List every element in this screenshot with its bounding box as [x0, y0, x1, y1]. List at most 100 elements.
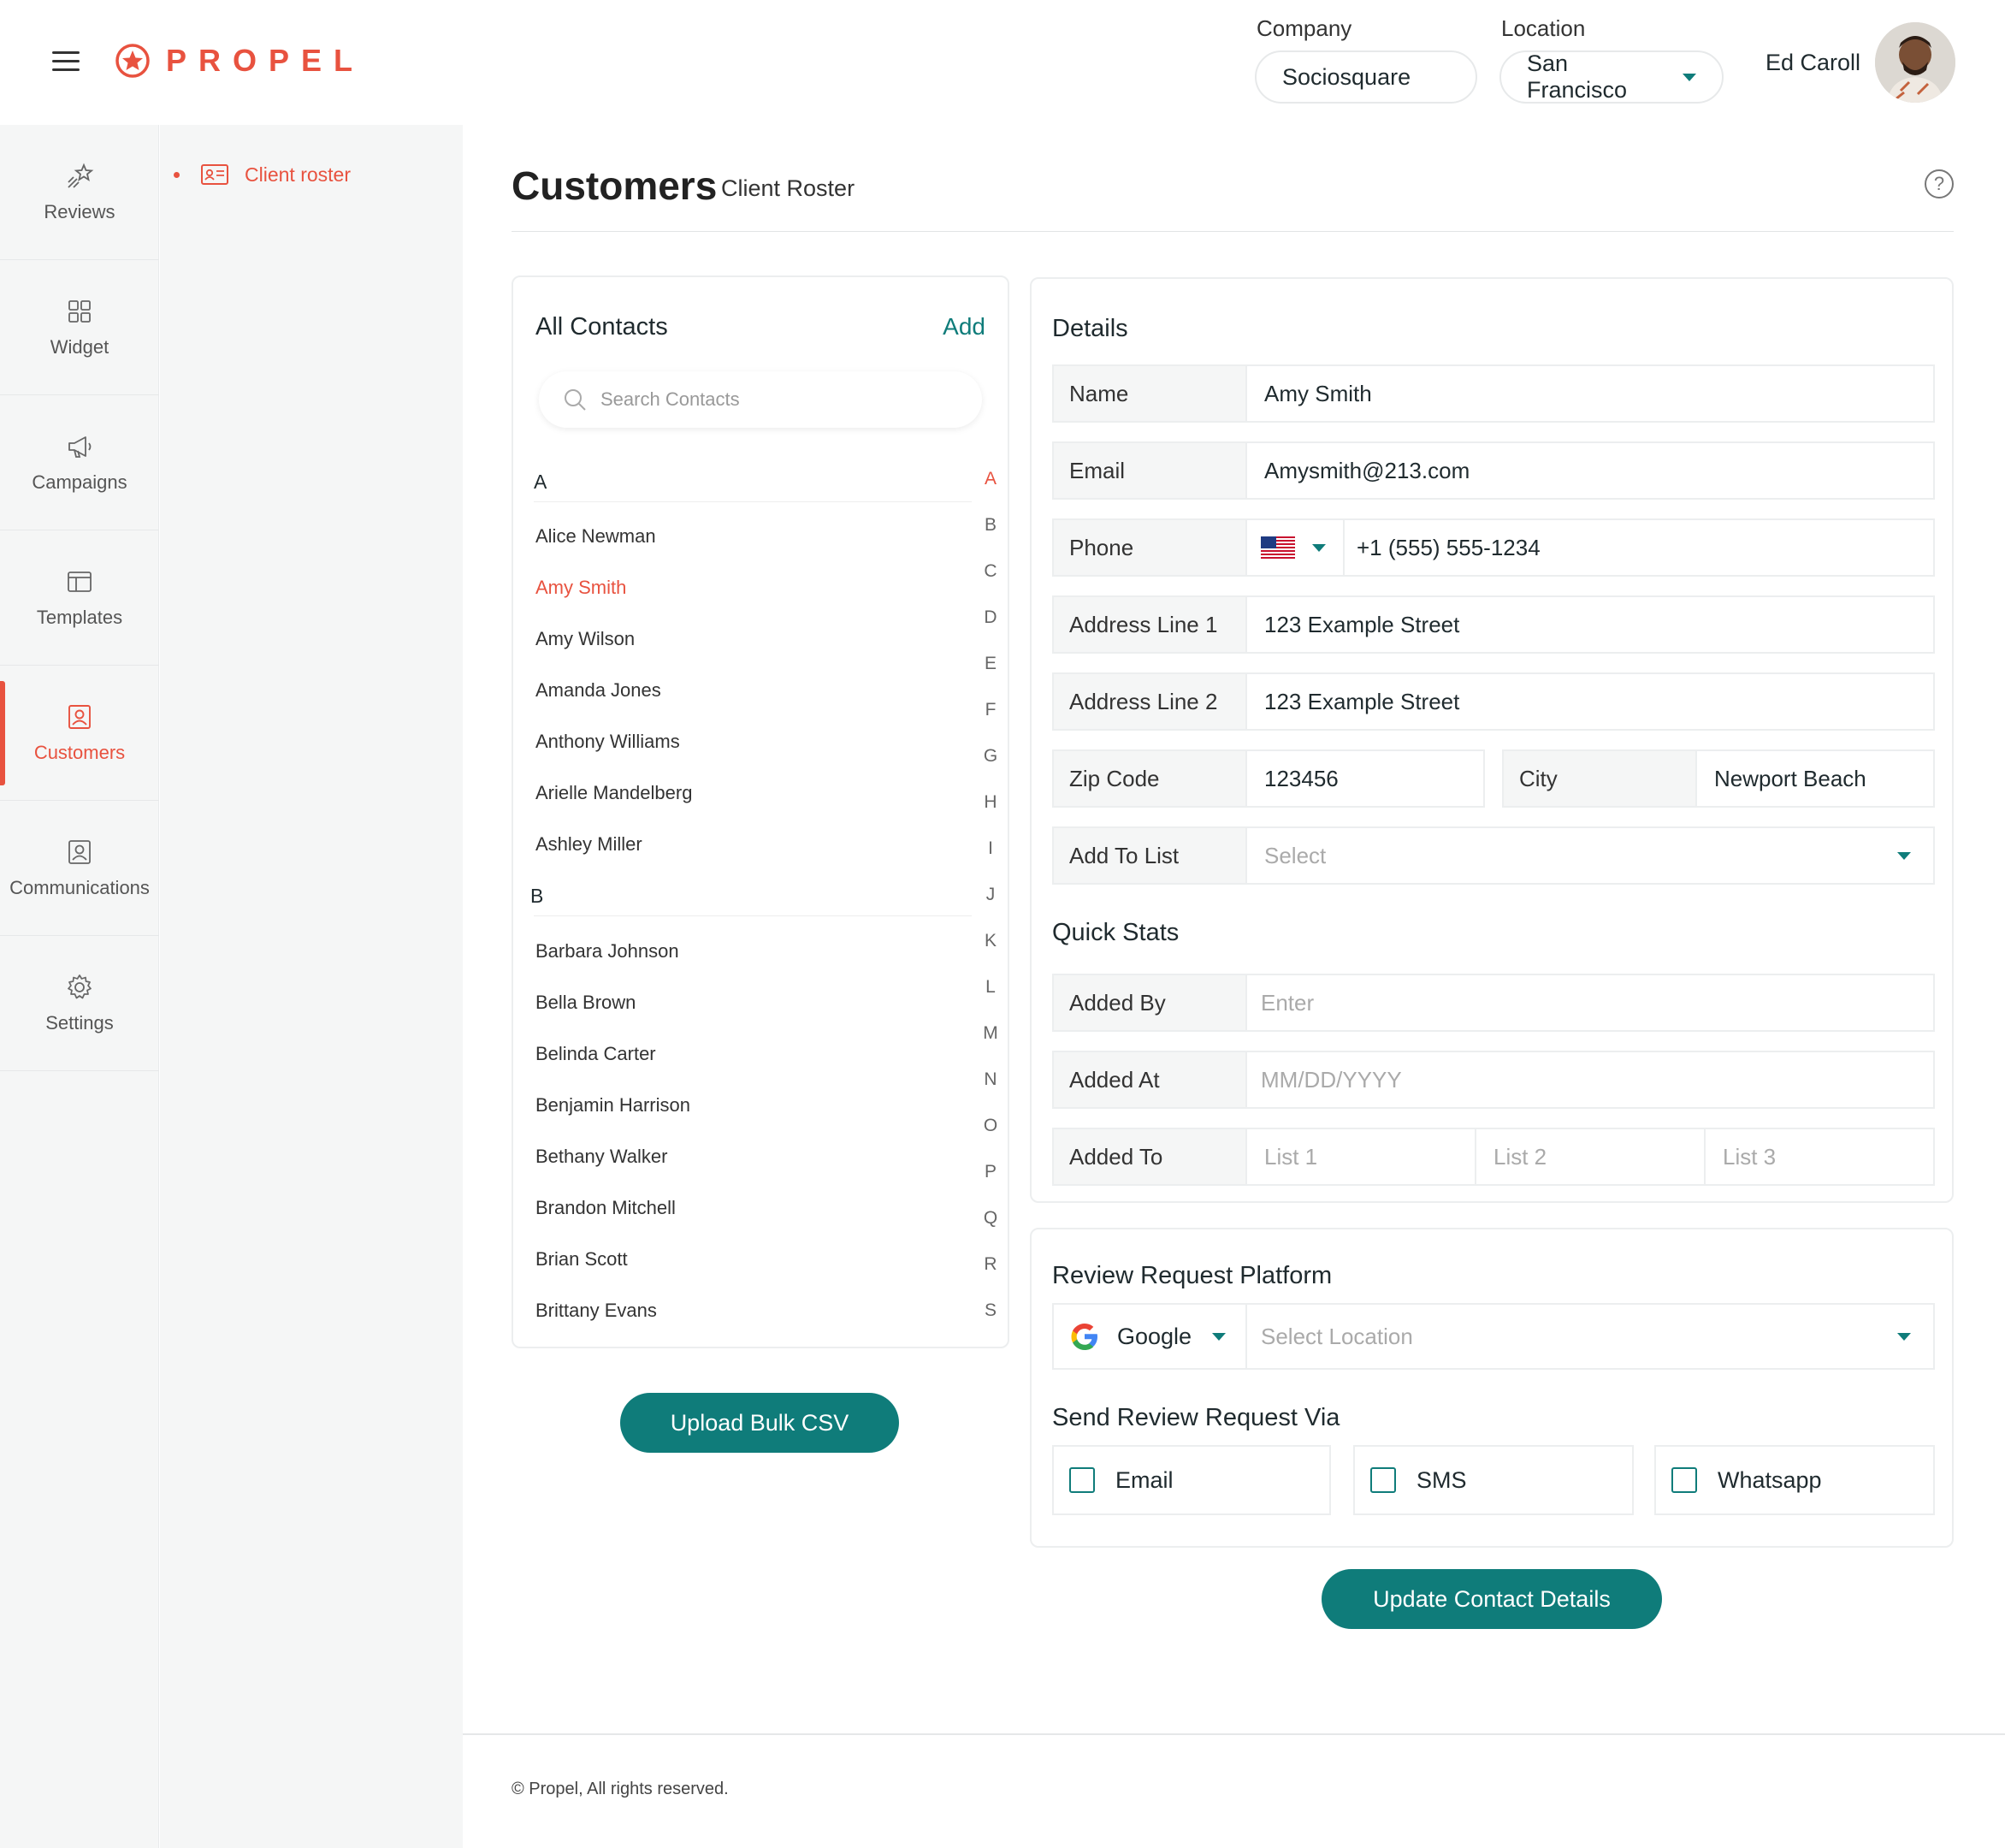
- added-by-label: Added By: [1054, 975, 1247, 1030]
- contact-item[interactable]: Benjamin Harrison: [535, 1094, 690, 1116]
- alpha-index-i[interactable]: I: [982, 838, 999, 859]
- contact-item[interactable]: Arielle Mandelberg: [535, 782, 692, 804]
- added-to-list-3[interactable]: List 3: [1706, 1129, 1933, 1184]
- subnav-item-client-roster[interactable]: Client roster: [174, 163, 351, 187]
- city-row: City Newport Beach: [1502, 749, 1935, 808]
- add-to-list-placeholder: Select: [1264, 842, 1327, 868]
- contact-item-selected[interactable]: Amy Smith: [535, 577, 626, 599]
- email-field[interactable]: Amysmith@213.com: [1247, 443, 1933, 498]
- location-value: San Francisco: [1527, 50, 1628, 103]
- alpha-index-j[interactable]: J: [982, 885, 999, 905]
- platform-select[interactable]: Google: [1054, 1305, 1247, 1368]
- alpha-index-h[interactable]: H: [982, 792, 999, 813]
- user-square-icon: [68, 704, 91, 729]
- contact-item[interactable]: Alice Newman: [535, 525, 656, 548]
- group-divider: [534, 915, 972, 916]
- added-to-list-2[interactable]: List 2: [1476, 1129, 1706, 1184]
- name-field[interactable]: Amy Smith: [1247, 366, 1933, 421]
- alpha-index-b[interactable]: B: [982, 515, 999, 536]
- review-request-card: Review Request Platform Google Select Lo…: [1030, 1228, 1954, 1548]
- title-divider: [512, 231, 1954, 232]
- send-via-email-checkbox[interactable]: Email: [1052, 1445, 1331, 1515]
- alpha-index-s[interactable]: S: [982, 1300, 999, 1321]
- address1-field[interactable]: 123 Example Street: [1247, 597, 1933, 652]
- send-via-sms-checkbox[interactable]: SMS: [1353, 1445, 1634, 1515]
- review-location-placeholder: Select Location: [1261, 1323, 1413, 1349]
- alpha-index-n[interactable]: N: [982, 1069, 999, 1090]
- chevron-down-icon: [1683, 73, 1696, 81]
- alpha-index-k[interactable]: K: [982, 931, 999, 951]
- zip-row: Zip Code 123456: [1052, 749, 1485, 808]
- city-field[interactable]: Newport Beach: [1697, 751, 1933, 806]
- brand-name: PROPEL: [166, 43, 365, 78]
- alpha-index-f[interactable]: F: [982, 700, 999, 720]
- search-input[interactable]: [600, 388, 960, 411]
- contact-item[interactable]: Bethany Walker: [535, 1146, 667, 1168]
- rail-item-settings[interactable]: Settings: [0, 936, 159, 1071]
- brand-logo[interactable]: PROPEL: [115, 43, 364, 79]
- zip-field[interactable]: 123456: [1247, 751, 1483, 806]
- contact-item[interactable]: Ashley Miller: [535, 833, 642, 856]
- us-flag-icon: [1261, 536, 1295, 559]
- chevron-down-icon: [1212, 1332, 1227, 1341]
- contact-item[interactable]: Anthony Williams: [535, 731, 680, 753]
- review-location-select[interactable]: Select Location: [1247, 1305, 1933, 1368]
- rail-item-templates[interactable]: Templates: [0, 530, 159, 666]
- id-card-icon: [201, 164, 228, 185]
- company-select[interactable]: Sociosquare: [1255, 50, 1477, 104]
- alpha-index-o[interactable]: O: [982, 1116, 999, 1136]
- alpha-index-q[interactable]: Q: [982, 1208, 999, 1229]
- help-icon[interactable]: ?: [1925, 169, 1954, 198]
- rail-item-communications[interactable]: Communications: [0, 801, 159, 936]
- menu-icon[interactable]: [52, 51, 80, 72]
- added-at-field[interactable]: MM/DD/YYYY: [1247, 1052, 1933, 1107]
- rail-item-campaigns[interactable]: Campaigns: [0, 395, 159, 530]
- alpha-index-d[interactable]: D: [982, 607, 999, 628]
- add-to-list-select[interactable]: Select: [1247, 828, 1933, 883]
- add-contact-button[interactable]: Add: [943, 313, 985, 341]
- phone-field[interactable]: +1 (555) 555-1234: [1345, 520, 1933, 575]
- alpha-index-c[interactable]: C: [982, 561, 999, 582]
- alpha-index-g[interactable]: G: [982, 746, 999, 767]
- send-via-whatsapp-checkbox[interactable]: Whatsapp: [1654, 1445, 1935, 1515]
- megaphone-icon: [68, 435, 92, 458]
- layout-icon: [68, 571, 92, 592]
- alpha-index-e[interactable]: E: [982, 654, 999, 674]
- contact-item[interactable]: Amanda Jones: [535, 679, 661, 702]
- contact-item[interactable]: Brian Scott: [535, 1248, 628, 1270]
- contact-item[interactable]: Brandon Mitchell: [535, 1197, 676, 1219]
- checkbox-icon: [1671, 1467, 1697, 1493]
- contact-item[interactable]: Barbara Johnson: [535, 940, 679, 962]
- user-square-icon: [68, 839, 91, 864]
- location-select[interactable]: San Francisco: [1499, 50, 1724, 104]
- avatar[interactable]: [1875, 22, 1955, 103]
- country-code-select[interactable]: [1247, 520, 1345, 575]
- name-row: Name Amy Smith: [1052, 364, 1935, 423]
- alpha-index-l[interactable]: L: [982, 977, 999, 998]
- added-to-list-1[interactable]: List 1: [1247, 1129, 1476, 1184]
- rail-item-reviews[interactable]: Reviews: [0, 125, 159, 260]
- subnav-label: Client roster: [245, 163, 351, 186]
- rail-item-widget[interactable]: Widget: [0, 260, 159, 395]
- email-label: Email: [1054, 443, 1247, 498]
- contact-item[interactable]: Brittany Evans: [535, 1300, 657, 1322]
- upload-csv-button[interactable]: Upload Bulk CSV: [620, 1393, 899, 1453]
- star-shooting-icon: [68, 163, 94, 188]
- alpha-index-a[interactable]: A: [982, 469, 999, 489]
- alpha-index-m[interactable]: M: [982, 1023, 999, 1044]
- contact-item[interactable]: Amy Wilson: [535, 628, 635, 650]
- alpha-index-r[interactable]: R: [982, 1254, 999, 1275]
- rail-label-campaigns: Campaigns: [32, 471, 127, 493]
- rail-item-customers[interactable]: Customers: [0, 666, 159, 801]
- contact-item[interactable]: Bella Brown: [535, 992, 636, 1014]
- added-by-field[interactable]: Enter: [1247, 975, 1933, 1030]
- update-contact-button[interactable]: Update Contact Details: [1322, 1569, 1662, 1629]
- avatar-image: [1875, 22, 1955, 103]
- contact-item[interactable]: Belinda Carter: [535, 1043, 656, 1065]
- sub-nav: Client roster: [160, 125, 463, 1848]
- alpha-index-p[interactable]: P: [982, 1162, 999, 1182]
- address2-field[interactable]: 123 Example Street: [1247, 674, 1933, 729]
- user-name[interactable]: Ed Caroll: [1765, 50, 1860, 76]
- rail-label-reviews: Reviews: [44, 200, 115, 222]
- phone-row: Phone +1 (555) 555-1234: [1052, 518, 1935, 577]
